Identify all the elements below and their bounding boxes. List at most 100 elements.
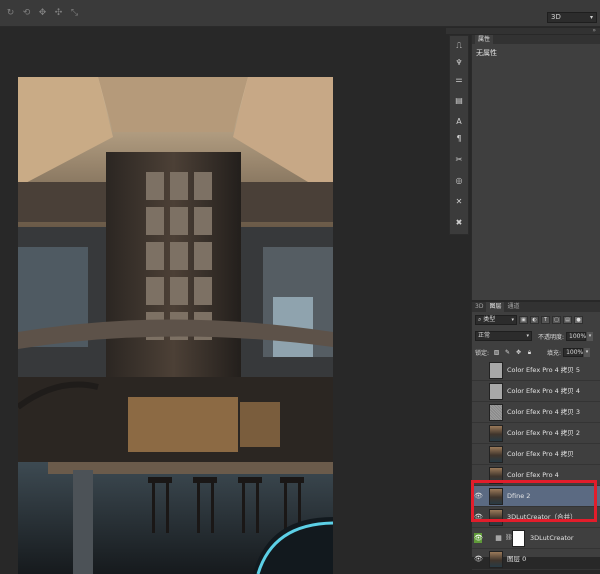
layer-list: Color Efex Pro 4 拷贝 5 Color Efex Pro 4 拷… (472, 360, 600, 570)
tab-3d[interactable]: 3D (472, 302, 486, 312)
3d-mode-select[interactable]: 3D ▾ (547, 12, 597, 23)
properties-title: 无属性 (476, 49, 497, 57)
chevron-down-icon: ▾ (526, 333, 529, 339)
layer-name: Dfine 2 (507, 492, 531, 500)
filter-toggle-icon[interactable]: ● (574, 316, 583, 324)
3d-tool-icons: ↻ ⟲ ✥ ✣ ⤡ (6, 9, 79, 18)
filter-smart-icon[interactable]: ▤ (563, 316, 572, 324)
paragraph-icon[interactable]: ¶ (450, 131, 468, 146)
opacity-label: 不透明度: (538, 333, 565, 341)
filter-pixel-icon[interactable]: ▣ (519, 316, 528, 324)
visibility-off-icon[interactable] (474, 365, 482, 375)
eye-icon[interactable]: 👁︎ (474, 554, 483, 564)
filter-adjustment-icon[interactable]: ◐ (530, 316, 539, 324)
panel-dock-header: » (446, 27, 600, 34)
blend-mode-select[interactable]: 正常 ▾ (475, 331, 532, 341)
layer-row[interactable]: Color Efex Pro 4 拷贝 (472, 444, 600, 465)
panel-tool-strip: ⎍ ♆ ⚌ ▤ A ¶ ✂ ◎ ✕ ✖ (449, 35, 469, 235)
path-icon[interactable]: ◎ (450, 173, 468, 188)
layers-tab-bar: 3D 图层 通道 (472, 302, 600, 312)
scale-3d-icon[interactable]: ⤡ (70, 9, 79, 18)
chevron-down-icon[interactable]: ▾ (587, 331, 594, 341)
layer-name: Color Efex Pro 4 拷贝 (507, 450, 574, 458)
eye-icon[interactable]: 👁︎ (474, 512, 483, 522)
eye-icon[interactable]: 👁︎ (474, 533, 483, 543)
canvas-area (0, 28, 446, 574)
tab-layers[interactable]: 图层 (486, 302, 505, 312)
lock-move-icon[interactable]: ✥ (515, 349, 522, 356)
search-icon: ⌕ (478, 316, 482, 323)
layer-row[interactable]: Color Efex Pro 4 拷贝 2 (472, 423, 600, 444)
text-icon[interactable]: A (450, 114, 468, 129)
character-icon[interactable]: ♆ (450, 55, 468, 70)
kind-filter-value: 类型 (483, 316, 496, 323)
lock-label: 锁定: (475, 349, 490, 357)
visibility-off-icon[interactable] (474, 386, 482, 396)
layer-name: 3DLutCreator (530, 534, 574, 542)
layer-thumbnail (489, 404, 503, 421)
photo-bar-interior (18, 77, 333, 574)
properties-tab-bar: 属性 (472, 35, 600, 44)
layer-thumbnail (489, 467, 503, 484)
cross-tools-icon[interactable]: ✖ (450, 215, 468, 230)
layer-name: Color Efex Pro 4 (507, 471, 559, 479)
layers-panel: 3D 图层 通道 ⌕ 类型 ▾ ▣ ◐ T ▢ ▤ ● 正常 ▾ 不透明度: 1… (471, 302, 600, 570)
layer-thumbnail (489, 551, 503, 568)
tab-channels[interactable]: 通道 (504, 302, 522, 312)
layer-mask-thumbnail (512, 530, 525, 547)
layer-row[interactable]: Color Efex Pro 4 拷贝 4 (472, 381, 600, 402)
layer-thumbnail (489, 362, 503, 379)
lock-brush-icon[interactable]: ✎ (504, 349, 511, 356)
layer-thumbnail (489, 446, 503, 463)
visibility-off-icon[interactable] (474, 449, 482, 459)
chevron-down-icon: ▾ (511, 317, 514, 323)
pan-3d-icon[interactable]: ✥ (38, 9, 47, 18)
layer-thumbnail (489, 383, 503, 400)
fill-input[interactable]: 100% (563, 347, 583, 357)
visibility-off-icon[interactable] (474, 470, 482, 480)
properties-sliders-icon[interactable]: ⚌ (450, 72, 468, 87)
layer-name: Color Efex Pro 4 拷贝 4 (507, 387, 581, 395)
fill-label: 填充: (547, 349, 562, 357)
chevron-down-icon: ▾ (589, 14, 593, 21)
layer-name: 3DLutCreator（合并） (507, 513, 577, 521)
blend-mode-value: 正常 (478, 332, 491, 339)
filter-type-icon[interactable]: T (541, 316, 550, 324)
roll-3d-icon[interactable]: ⟲ (22, 9, 31, 18)
opacity-input[interactable]: 100% (566, 331, 586, 341)
3d-mode-value: 3D (551, 13, 561, 21)
layer-row[interactable]: Color Efex Pro 4 拷贝 3 (472, 402, 600, 423)
transform-icon[interactable]: ✂ (450, 152, 468, 167)
visibility-off-icon[interactable] (474, 407, 482, 417)
orbit-3d-icon[interactable]: ↻ (6, 9, 15, 18)
layer-name: Color Efex Pro 4 拷贝 3 (507, 408, 581, 416)
layer-row[interactable]: Color Efex Pro 4 拷贝 5 (472, 360, 600, 381)
layer-name: Color Efex Pro 4 拷贝 5 (507, 366, 581, 374)
layer-row[interactable]: Color Efex Pro 4 (472, 465, 600, 486)
chevron-down-icon[interactable]: ▾ (584, 347, 591, 357)
tab-properties[interactable]: 属性 (475, 35, 494, 44)
layer-name: 图层 0 (507, 555, 527, 563)
layer-row[interactable]: 👁︎ 3DLutCreator（合并） (472, 507, 600, 528)
adjust-icon[interactable]: ▤ (450, 93, 468, 108)
layer-row[interactable]: 👁︎ ▦ ⛓︎ 3DLutCreator (472, 528, 600, 549)
filter-shape-icon[interactable]: ▢ (552, 316, 561, 324)
lock-transparent-icon[interactable]: ▧ (493, 349, 500, 356)
kind-filter-select[interactable]: ⌕ 类型 ▾ (475, 315, 517, 325)
link-chain-icon[interactable]: ⛓︎ (505, 533, 513, 543)
lock-all-icon[interactable]: 🔒︎ (526, 349, 533, 356)
history-brush-icon[interactable]: ⎍ (450, 38, 468, 53)
properties-panel: 属性 无属性 (471, 35, 600, 300)
layer-thumbnail (489, 509, 503, 526)
lock-row: 锁定: ▧ ✎ ✥ 🔒︎ 填充: 100% ▾ (475, 347, 598, 357)
collapse-icon[interactable]: » (592, 27, 596, 34)
adjustment-layer-icon: ▦ (495, 534, 502, 542)
layer-row[interactable]: 👁︎ 图层 0 (472, 549, 600, 570)
eye-icon[interactable]: 👁︎ (474, 491, 483, 501)
slide-3d-icon[interactable]: ✣ (54, 9, 63, 18)
layer-thumbnail (489, 488, 503, 505)
layer-row-selected[interactable]: 👁︎ Dfine 2 (472, 486, 600, 507)
layer-filter-row: ⌕ 类型 ▾ ▣ ◐ T ▢ ▤ ● (475, 315, 598, 325)
tool-x-icon[interactable]: ✕ (450, 194, 468, 209)
visibility-off-icon[interactable] (474, 428, 482, 438)
